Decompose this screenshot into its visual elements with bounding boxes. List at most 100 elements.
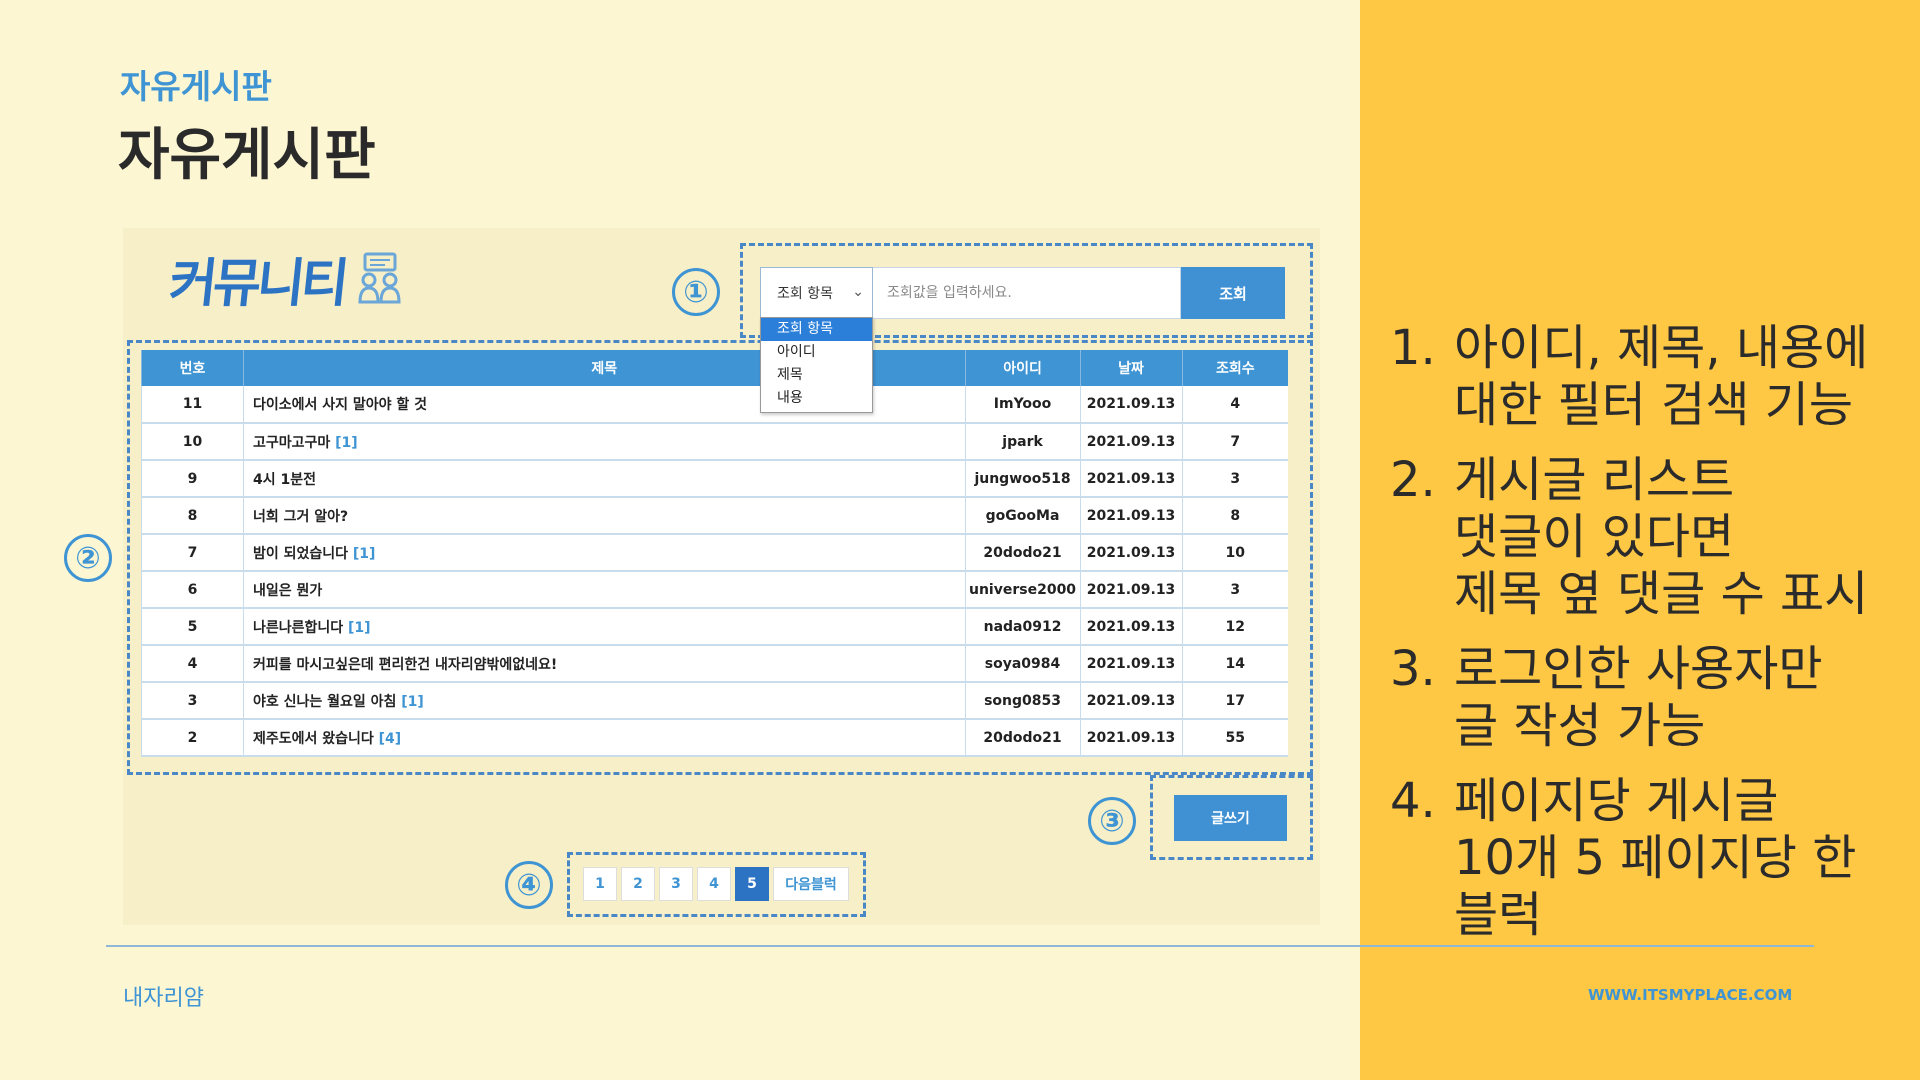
- next-block-button[interactable]: 다음블럭: [773, 867, 849, 901]
- cell-id: song0853: [964, 682, 1081, 720]
- cell-number: 2: [141, 719, 244, 757]
- page-button-2[interactable]: 2: [621, 867, 655, 901]
- search-input[interactable]: [873, 267, 1181, 319]
- post-title-link[interactable]: 밤이 되었습니다: [253, 546, 348, 562]
- post-title-link[interactable]: 야호 신나는 월요일 아침: [253, 694, 396, 710]
- table-row[interactable]: 5 나른나른합니다 [1] nada0912 2021.09.13 12: [141, 608, 1288, 646]
- table-row[interactable]: 11 다이소에서 사지 말아야 할 것 ImYooo 2021.09.13 4: [141, 386, 1288, 424]
- cell-id: jungwoo518: [964, 460, 1081, 498]
- header-number: 번호: [141, 350, 244, 386]
- dropdown-option-all[interactable]: 조회 항목: [761, 318, 872, 341]
- page-button-4[interactable]: 4: [697, 867, 731, 901]
- cell-id: soya0984: [964, 645, 1081, 683]
- marker-4: ④: [505, 861, 553, 909]
- marker-1: ①: [672, 268, 720, 316]
- cell-views: 12: [1181, 608, 1288, 646]
- table-row[interactable]: 9 4시 1분전 jungwoo518 2021.09.13 3: [141, 460, 1288, 498]
- post-title-link[interactable]: 커피를 마시고싶은데 편리한건 내자리얌밖에없네요!: [253, 657, 557, 673]
- cell-title[interactable]: 고구마고구마 [1]: [242, 423, 966, 461]
- table-row[interactable]: 7 밤이 되었습니다 [1] 20dodo21 2021.09.13 10: [141, 534, 1288, 572]
- page-button-3[interactable]: 3: [659, 867, 693, 901]
- cell-number: 3: [141, 682, 244, 720]
- feature-number: 4.: [1390, 773, 1436, 829]
- cell-id: universe2000: [964, 571, 1081, 609]
- cell-date: 2021.09.13: [1079, 497, 1183, 535]
- page-button-1[interactable]: 1: [583, 867, 617, 901]
- feature-item: 4. 페이지당 게시글 10개 5 페이지당 한 블럭: [1390, 773, 1910, 944]
- cell-date: 2021.09.13: [1079, 423, 1183, 461]
- comment-count: [1]: [401, 693, 424, 710]
- search-button[interactable]: 조회: [1181, 267, 1285, 319]
- cell-views: 8: [1181, 497, 1288, 535]
- cell-title[interactable]: 밤이 되었습니다 [1]: [242, 534, 966, 572]
- post-title-link[interactable]: 내일은 뭔가: [253, 583, 322, 599]
- cell-views: 3: [1181, 460, 1288, 498]
- dropdown-option-id[interactable]: 아이디: [761, 341, 872, 364]
- table-row[interactable]: 2 제주도에서 왔습니다 [4] 20dodo21 2021.09.13 55: [141, 719, 1288, 757]
- search-filter-dropdown: 조회 항목 아이디 제목 내용: [760, 317, 873, 413]
- cell-title[interactable]: 내일은 뭔가: [242, 571, 966, 609]
- cell-date: 2021.09.13: [1079, 682, 1183, 720]
- cell-number: 10: [141, 423, 244, 461]
- marker-2: ②: [64, 534, 112, 582]
- cell-views: 17: [1181, 682, 1288, 720]
- search-filter-select[interactable]: 조회 항목 ⌄: [760, 267, 873, 319]
- feature-text: 게시글 리스트 댓글이 있다면 제목 옆 댓글 수 표시: [1454, 452, 1869, 622]
- pagination: 1 2 3 4 5 다음블럭: [583, 867, 849, 901]
- feature-text: 아이디, 제목, 내용에 대한 필터 검색 기능: [1454, 320, 1869, 433]
- feature-number: 3.: [1390, 641, 1436, 697]
- cell-title[interactable]: 나른나른합니다 [1]: [242, 608, 966, 646]
- cell-number: 11: [141, 386, 244, 424]
- cell-id: nada0912: [964, 608, 1081, 646]
- cell-id: ImYooo: [964, 386, 1081, 424]
- post-title-link[interactable]: 고구마고구마: [253, 435, 330, 451]
- table-row[interactable]: 4 커피를 마시고싶은데 편리한건 내자리얌밖에없네요! soya0984 2021…: [141, 645, 1288, 683]
- cell-title[interactable]: 제주도에서 왔습니다 [4]: [242, 719, 966, 757]
- logo-text: 커뮤니티: [166, 253, 348, 314]
- cell-views: 10: [1181, 534, 1288, 572]
- table-row[interactable]: 6 내일은 뭔가 universe2000 2021.09.13 3: [141, 571, 1288, 609]
- comment-count: [1]: [352, 545, 376, 562]
- feature-item: 2. 게시글 리스트 댓글이 있다면 제목 옆 댓글 수 표시: [1390, 452, 1910, 623]
- header-date: 날짜: [1079, 350, 1183, 386]
- feature-item: 1. 아이디, 제목, 내용에 대한 필터 검색 기능: [1390, 320, 1910, 434]
- cell-number: 4: [141, 645, 244, 683]
- cell-id: 20dodo21: [964, 534, 1081, 572]
- cell-date: 2021.09.13: [1079, 386, 1183, 424]
- feature-number: 1.: [1390, 320, 1436, 376]
- post-title-link[interactable]: 4시 1분전: [253, 472, 316, 488]
- cell-views: 7: [1181, 423, 1288, 461]
- cell-number: 5: [141, 608, 244, 646]
- cell-number: 6: [141, 571, 244, 609]
- post-title-link[interactable]: 제주도에서 왔습니다: [253, 731, 374, 747]
- post-title-link[interactable]: 다이소에서 사지 말아야 할 것: [253, 397, 427, 413]
- cell-date: 2021.09.13: [1079, 571, 1183, 609]
- cell-date: 2021.09.13: [1079, 608, 1183, 646]
- write-post-button[interactable]: 글쓰기: [1174, 795, 1287, 841]
- feature-number: 2.: [1390, 452, 1436, 508]
- community-people-icon: [358, 252, 401, 304]
- cell-id: 20dodo21: [964, 719, 1081, 757]
- post-title-link[interactable]: 너희 그거 알아?: [253, 509, 348, 525]
- table-row[interactable]: 3 야호 신나는 월요일 아침 [1] song0853 2021.09.13 17: [141, 682, 1288, 720]
- cell-views: 55: [1181, 719, 1288, 757]
- table-row[interactable]: 10 고구마고구마 [1] jpark 2021.09.13 7: [141, 423, 1288, 461]
- cell-title[interactable]: 야호 신나는 월요일 아침 [1]: [242, 682, 966, 720]
- table-row[interactable]: 8 너희 그거 알아? goGooMa 2021.09.13 8: [141, 497, 1288, 535]
- cell-title[interactable]: 너희 그거 알아?: [242, 497, 966, 535]
- footer-url[interactable]: WWW.ITSMYPLACE.COM: [1588, 986, 1792, 1004]
- cell-title[interactable]: 4시 1분전: [242, 460, 966, 498]
- footer-brand: 내자리얌: [123, 986, 204, 1011]
- page-button-5-current[interactable]: 5: [735, 867, 769, 901]
- cell-title[interactable]: 커피를 마시고싶은데 편리한건 내자리얌밖에없네요!: [242, 645, 966, 683]
- cell-number: 7: [141, 534, 244, 572]
- comment-count: [1]: [348, 619, 371, 636]
- cell-views: 14: [1181, 645, 1288, 683]
- dropdown-option-title[interactable]: 제목: [761, 364, 872, 387]
- cell-number: 9: [141, 460, 244, 498]
- slide-title: 자유게시판: [118, 123, 376, 188]
- board-table: 번호 제목 아이디 날짜 조회수 11 다이소에서 사지 말아야 할 것 ImYo…: [141, 350, 1288, 757]
- community-logo[interactable]: 커뮤니티: [166, 243, 403, 314]
- dropdown-option-content[interactable]: 내용: [761, 387, 872, 410]
- post-title-link[interactable]: 나른나른합니다: [253, 620, 343, 636]
